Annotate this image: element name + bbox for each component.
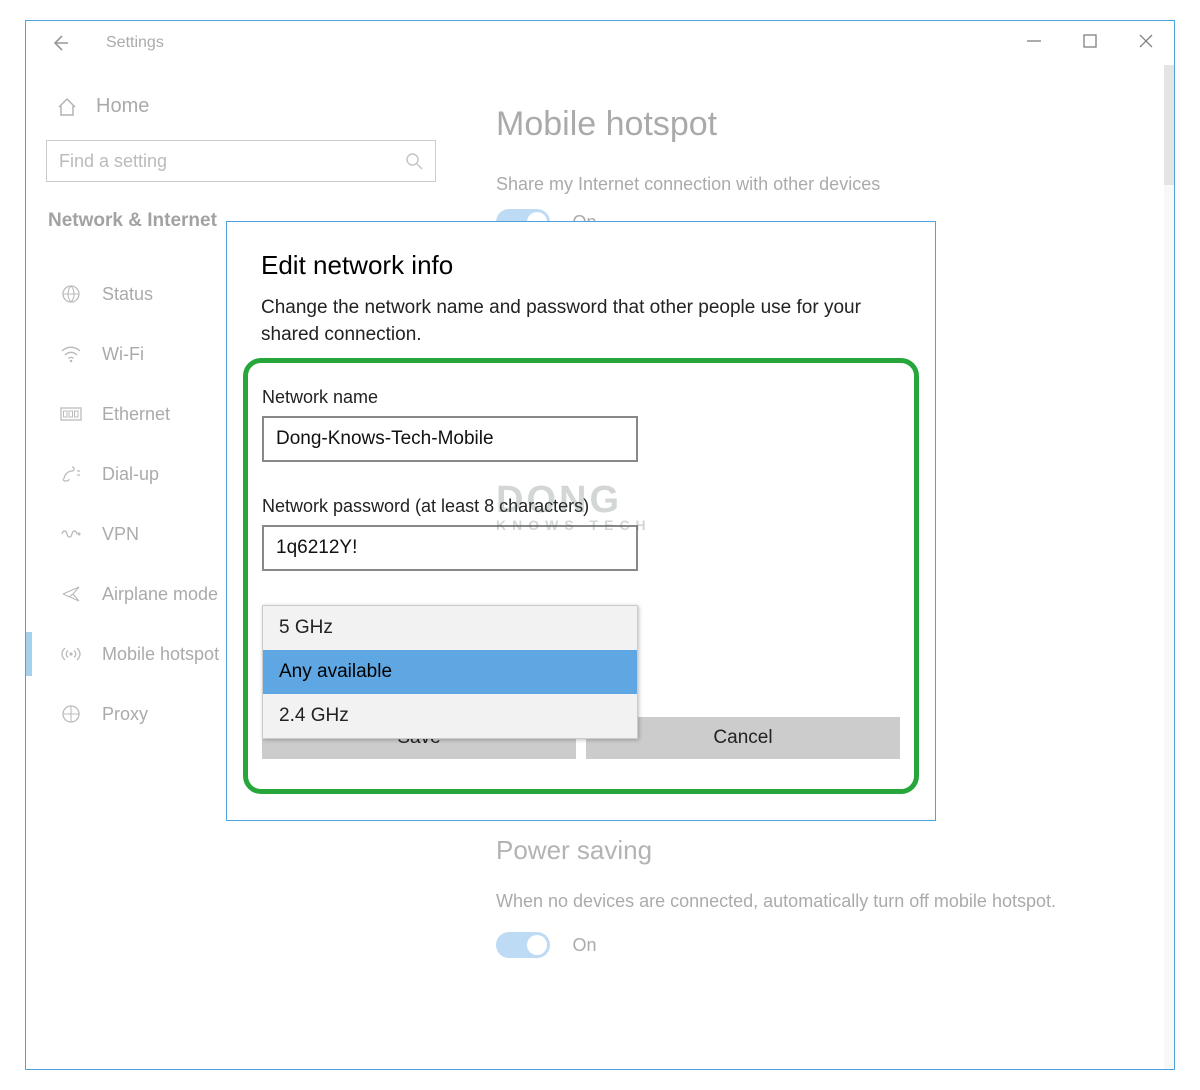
network-name-input[interactable]: [262, 416, 638, 462]
proxy-icon: [60, 703, 82, 725]
search-input[interactable]: [59, 151, 405, 172]
hotspot-icon: [60, 643, 82, 665]
search-icon: [405, 152, 423, 170]
ethernet-icon: [60, 403, 82, 425]
arrow-left-icon: [50, 33, 70, 53]
page-title: Mobile hotspot: [496, 105, 1144, 144]
edit-network-dialog: Edit network info Change the network nam…: [226, 221, 936, 821]
minimize-icon: [1027, 34, 1041, 48]
share-label: Share my Internet connection with other …: [496, 174, 1144, 195]
titlebar: Settings: [26, 21, 1174, 65]
watermark-top: DONG: [496, 479, 622, 521]
highlight-annotation: Network name DONG KNOWS TECH Network pas…: [243, 358, 919, 794]
wifi-icon: [60, 343, 82, 365]
band-dropdown[interactable]: 5 GHz Any available 2.4 GHz: [262, 605, 638, 739]
phone-icon: [60, 463, 82, 485]
home-icon: [56, 96, 78, 118]
power-heading: Power saving: [496, 835, 1056, 866]
scrollbar-thumb[interactable]: [1164, 65, 1174, 185]
power-desc: When no devices are connected, automatic…: [496, 888, 1056, 914]
sidebar-home[interactable]: Home: [46, 85, 466, 140]
minimize-button[interactable]: [1006, 21, 1062, 61]
sidebar-item-label: VPN: [102, 524, 139, 545]
watermark: DONG KNOWS TECH: [496, 483, 652, 532]
network-name-label: Network name: [262, 387, 900, 408]
sidebar-item-label: Wi-Fi: [102, 344, 144, 365]
maximize-button[interactable]: [1062, 21, 1118, 61]
sidebar-item-label: Ethernet: [102, 404, 170, 425]
airplane-icon: [60, 583, 82, 605]
dialog-title: Edit network info: [261, 250, 901, 281]
sidebar-item-label: Airplane mode: [102, 584, 218, 605]
close-button[interactable]: [1118, 21, 1174, 61]
globe-icon: [60, 283, 82, 305]
power-toggle[interactable]: [496, 932, 550, 958]
scrollbar-track[interactable]: [1164, 65, 1174, 1069]
power-toggle-state: On: [572, 935, 596, 956]
vpn-icon: [60, 523, 82, 545]
search-box[interactable]: [46, 140, 436, 182]
power-saving-section: Power saving When no devices are connect…: [496, 835, 1056, 958]
settings-window: Settings Home: [25, 20, 1175, 1070]
band-option-any[interactable]: Any available: [263, 650, 637, 694]
sidebar-item-label: Status: [102, 284, 153, 305]
window-title: Settings: [106, 34, 164, 52]
band-option-5ghz[interactable]: 5 GHz: [263, 606, 637, 650]
back-button[interactable]: [44, 27, 76, 59]
window-controls: [1006, 21, 1174, 61]
maximize-icon: [1083, 34, 1097, 48]
home-label: Home: [96, 95, 149, 118]
sidebar-item-label: Proxy: [102, 704, 148, 725]
watermark-sub: KNOWS TECH: [496, 519, 652, 532]
dialog-desc: Change the network name and password tha…: [261, 295, 901, 348]
sidebar-item-label: Dial-up: [102, 464, 159, 485]
sidebar-item-label: Mobile hotspot: [102, 644, 219, 665]
close-icon: [1139, 34, 1153, 48]
band-option-24ghz[interactable]: 2.4 GHz: [263, 694, 637, 738]
